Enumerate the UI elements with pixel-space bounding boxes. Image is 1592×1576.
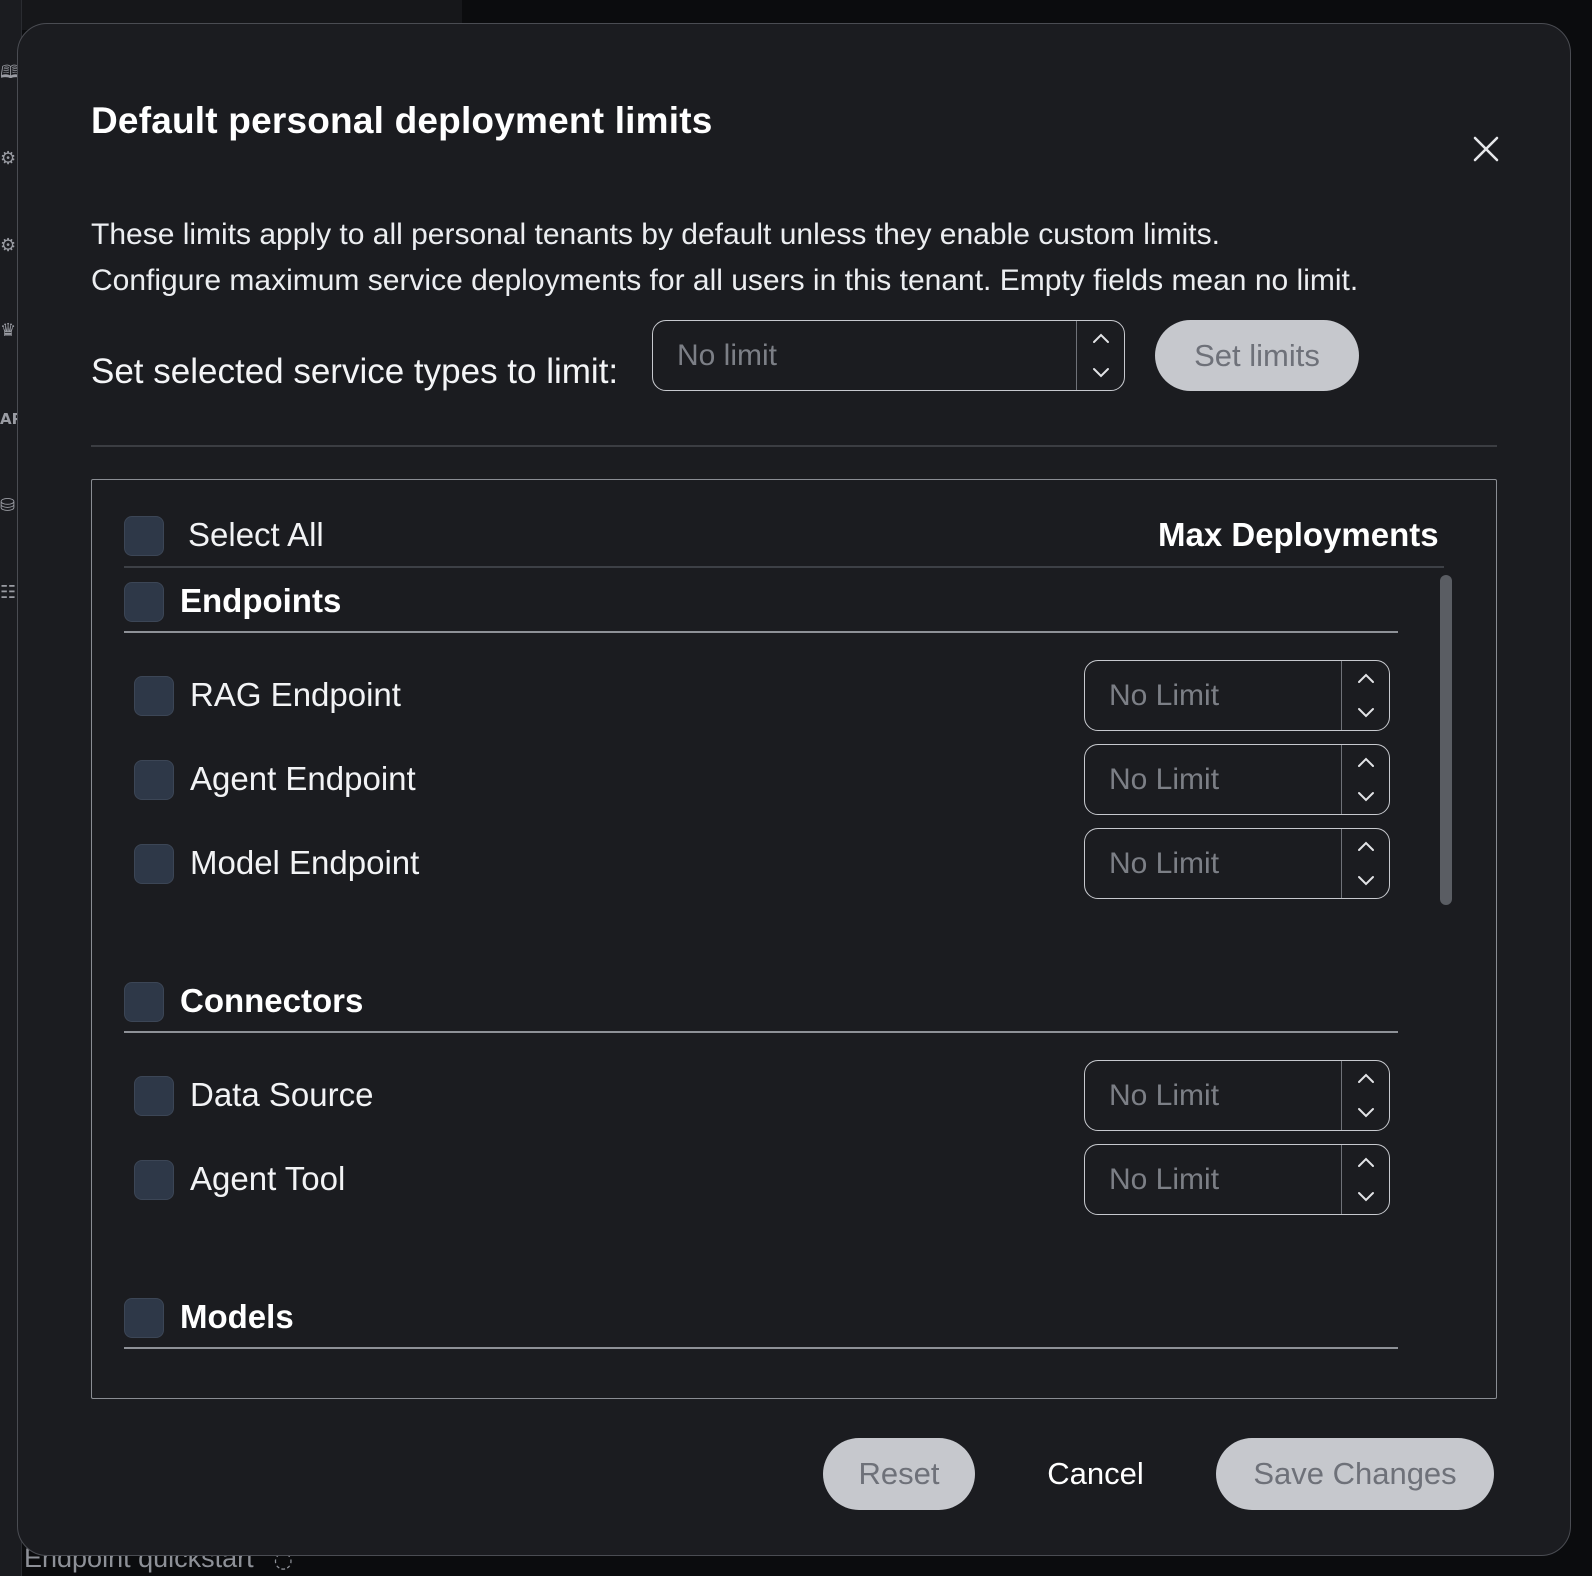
limit-field[interactable]: No Limit bbox=[1085, 745, 1341, 814]
limit-input-rag-endpoint[interactable]: No Limit bbox=[1084, 660, 1390, 731]
chevron-up-icon[interactable] bbox=[1090, 331, 1112, 345]
limit-stepper[interactable] bbox=[1341, 1061, 1389, 1130]
close-icon bbox=[1473, 136, 1499, 162]
bulk-limit-field[interactable]: No limit bbox=[653, 321, 1076, 390]
group-checkbox-connectors[interactable] bbox=[124, 982, 164, 1022]
header-divider bbox=[124, 566, 1444, 568]
limit-stepper[interactable] bbox=[1341, 661, 1389, 730]
save-changes-button[interactable]: Save Changes bbox=[1216, 1438, 1494, 1510]
limit-stepper[interactable] bbox=[1341, 1145, 1389, 1214]
limit-input-data-source[interactable]: No Limit bbox=[1084, 1060, 1390, 1131]
group-checkbox-endpoints[interactable] bbox=[124, 582, 164, 622]
api-icon[interactable]: API bbox=[0, 408, 18, 430]
document-icon[interactable]: ☷ bbox=[0, 582, 18, 604]
select-all-label: Select All bbox=[188, 516, 324, 553]
chevron-down-icon[interactable] bbox=[1355, 706, 1377, 720]
item-label-rag-endpoint: RAG Endpoint bbox=[190, 676, 401, 713]
service-types-panel: Select All Max Deployments Endpoints RAG… bbox=[91, 479, 1497, 1399]
chevron-down-icon[interactable] bbox=[1355, 1190, 1377, 1204]
bulk-limit-input[interactable]: No limit bbox=[652, 320, 1125, 391]
limit-stepper[interactable] bbox=[1341, 745, 1389, 814]
close-button[interactable] bbox=[1466, 129, 1506, 169]
crown-icon[interactable]: ♛ bbox=[0, 320, 18, 342]
select-all-checkbox[interactable] bbox=[124, 516, 164, 556]
chevron-up-icon[interactable] bbox=[1355, 1071, 1377, 1085]
set-limits-button[interactable]: Set limits bbox=[1155, 320, 1359, 391]
dialog-title: Default personal deployment limits bbox=[91, 100, 713, 141]
chevron-up-icon[interactable] bbox=[1355, 755, 1377, 769]
item-checkbox-rag-endpoint[interactable] bbox=[134, 676, 174, 716]
gear-icon[interactable]: ⚙ bbox=[0, 235, 18, 257]
max-deployments-header: Max Deployments bbox=[1158, 516, 1439, 553]
chevron-down-icon[interactable] bbox=[1355, 874, 1377, 888]
item-label-agent-tool: Agent Tool bbox=[190, 1160, 346, 1197]
chevron-up-icon[interactable] bbox=[1355, 671, 1377, 685]
bulk-limit-stepper[interactable] bbox=[1076, 321, 1124, 390]
group-label-endpoints: Endpoints bbox=[180, 582, 342, 619]
limit-field[interactable]: No Limit bbox=[1085, 1061, 1341, 1130]
section-divider bbox=[91, 445, 1497, 447]
chevron-up-icon[interactable] bbox=[1355, 1155, 1377, 1169]
chevron-down-icon[interactable] bbox=[1355, 1106, 1377, 1120]
chevron-up-icon[interactable] bbox=[1355, 839, 1377, 853]
limit-input-model-endpoint[interactable]: No Limit bbox=[1084, 828, 1390, 899]
item-checkbox-agent-tool[interactable] bbox=[134, 1160, 174, 1200]
bulk-limit-label: Set selected service types to limit: bbox=[91, 352, 619, 391]
item-checkbox-agent-endpoint[interactable] bbox=[134, 760, 174, 800]
database-icon[interactable]: ⛁ bbox=[0, 495, 18, 517]
limit-input-agent-tool[interactable]: No Limit bbox=[1084, 1144, 1390, 1215]
reset-button[interactable]: Reset bbox=[823, 1438, 975, 1510]
group-divider-models bbox=[124, 1347, 1398, 1349]
item-checkbox-data-source[interactable] bbox=[134, 1076, 174, 1116]
group-label-models: Models bbox=[180, 1298, 294, 1335]
limit-field[interactable]: No Limit bbox=[1085, 829, 1341, 898]
chevron-down-icon[interactable] bbox=[1090, 366, 1112, 380]
chevron-down-icon[interactable] bbox=[1355, 790, 1377, 804]
book-icon[interactable]: 🕮 bbox=[0, 62, 18, 84]
description-line-2: Configure maximum service deployments fo… bbox=[91, 264, 1359, 297]
item-label-model-endpoint: Model Endpoint bbox=[190, 844, 420, 881]
limit-stepper[interactable] bbox=[1341, 829, 1389, 898]
deployment-limits-dialog: Default personal deployment limits These… bbox=[17, 23, 1571, 1556]
cancel-button[interactable]: Cancel bbox=[1023, 1438, 1168, 1510]
group-divider-endpoints bbox=[124, 631, 1398, 633]
description-line-1: These limits apply to all personal tenan… bbox=[91, 218, 1220, 251]
panel-scrollbar[interactable] bbox=[1440, 575, 1452, 905]
group-label-connectors: Connectors bbox=[180, 982, 364, 1019]
item-label-data-source: Data Source bbox=[190, 1076, 374, 1113]
group-divider-connectors bbox=[124, 1031, 1398, 1033]
item-label-agent-endpoint: Agent Endpoint bbox=[190, 760, 416, 797]
limit-field[interactable]: No Limit bbox=[1085, 1145, 1341, 1214]
item-checkbox-model-endpoint[interactable] bbox=[134, 844, 174, 884]
limit-input-agent-endpoint[interactable]: No Limit bbox=[1084, 744, 1390, 815]
group-checkbox-models[interactable] bbox=[124, 1298, 164, 1338]
dialog-description: These limits apply to all personal tenan… bbox=[91, 212, 1491, 304]
limit-field[interactable]: No Limit bbox=[1085, 661, 1341, 730]
robot-icon[interactable]: ⚙ bbox=[0, 148, 18, 170]
